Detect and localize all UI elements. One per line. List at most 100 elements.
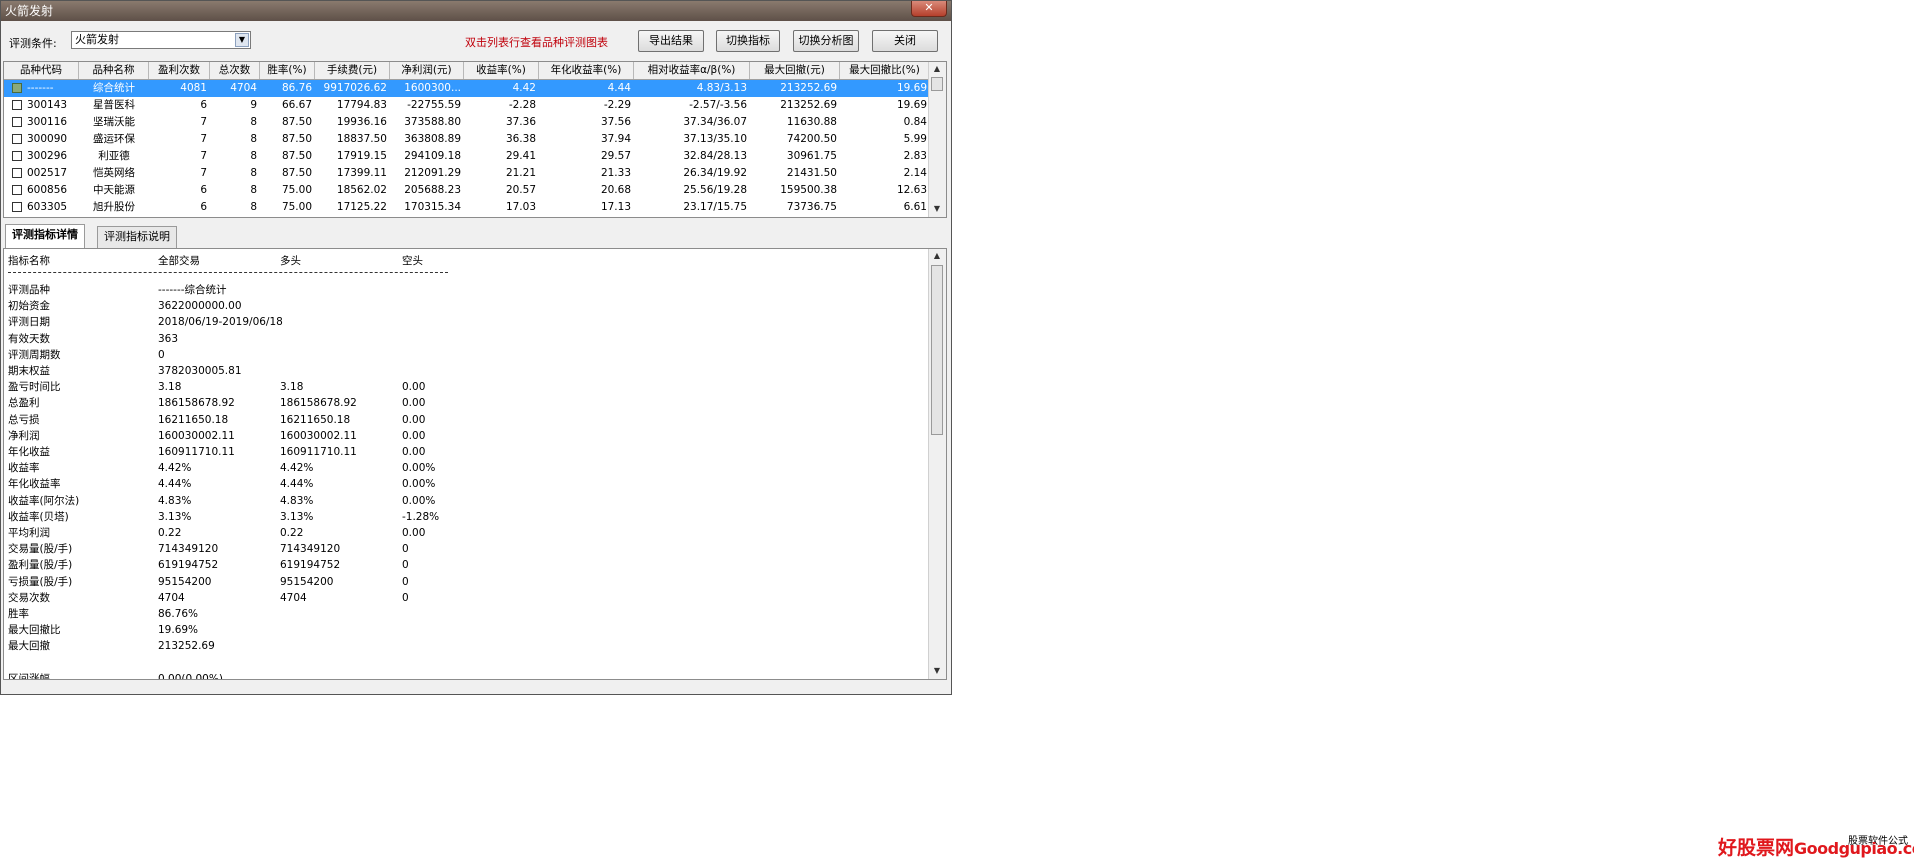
table-row[interactable]: 300090 盛运环保 7 8 87.50 18837.50 363808.89 36.38 3… (4, 131, 930, 148)
row-checkbox[interactable] (12, 185, 22, 195)
table-row[interactable]: 002517 恺英网络 7 8 87.50 17399.11 212091.29 21.21 2… (4, 165, 930, 182)
detail-metric-name: 年化收益 (8, 446, 50, 458)
cell-fee: 17399.11 (336, 167, 387, 179)
scroll-up-icon[interactable]: ▲ (929, 249, 945, 263)
column-header-relative-return[interactable]: 相对收益率α/β(%) (634, 62, 750, 79)
cell-relative-return: 32.84/28.13 (683, 150, 747, 162)
detail-metric-name: 评测品种 (8, 284, 50, 296)
detail-all-trades: 3622000000.00 (158, 300, 242, 313)
column-header-net-profit[interactable]: 净利润(元) (390, 62, 464, 79)
row-checkbox[interactable] (12, 83, 22, 93)
cell-total-count: 8 (250, 201, 257, 213)
detail-all-trades: 4.83% (158, 494, 192, 507)
detail-short: 0.00 (402, 446, 426, 458)
detail-long: 4.83% (280, 494, 314, 507)
cell-win-rate: 75.00 (281, 201, 312, 213)
cell-name: 旭升股份 (93, 201, 135, 213)
detail-all-trades: 213252.69 (158, 640, 215, 653)
detail-short: 0.00 (402, 397, 426, 410)
scroll-thumb[interactable] (931, 77, 943, 91)
cell-max-drawdown-ratio: 2.83 (903, 150, 927, 162)
table-row[interactable]: 600856 中天能源 6 8 75.00 18562.02 205688.23 20.57 2… (4, 182, 930, 199)
row-checkbox[interactable] (12, 151, 22, 161)
detail-all-trades: 0 (158, 348, 165, 361)
cell-relative-return: 26.34/19.92 (683, 167, 747, 179)
detail-long: 3.13% (280, 510, 314, 523)
column-header-annual-return[interactable]: 年化收益率(%) (539, 62, 634, 79)
cell-annual-return: 20.68 (600, 184, 631, 196)
cell-relative-return: 4.83/3.13 (696, 82, 747, 94)
cell-fee: 18562.02 (336, 184, 387, 196)
table-row[interactable]: 300296 利亚德 7 8 87.50 17919.15 294109.18 29.41 29… (4, 148, 930, 165)
detail-all-trades: 95154200 (158, 575, 212, 588)
detail-scrollbar[interactable]: ▲ ▼ (928, 249, 946, 679)
scroll-thumb[interactable] (931, 265, 943, 435)
cell-max-drawdown: 159500.38 (780, 184, 837, 196)
cell-code: 600856 (27, 184, 68, 196)
cell-max-drawdown-ratio: 19.69 (896, 82, 927, 94)
cell-fee: 18837.50 (336, 133, 387, 145)
close-button[interactable]: 关闭 (872, 30, 938, 52)
column-header-code[interactable]: 品种代码 (4, 62, 79, 79)
cell-win-rate: 87.50 (281, 133, 312, 145)
table-row[interactable]: 300143 星普医科 6 9 66.67 17794.83 -22755.59 -2.28 -… (4, 97, 930, 114)
cell-annual-return: 17.13 (600, 201, 631, 213)
detail-metric-name: 最大回撤 (8, 640, 50, 653)
watermark-cn: 好股票网 (1718, 837, 1795, 859)
table-row[interactable]: 603305 旭升股份 6 8 75.00 17125.22 170315.34 17.03 1… (4, 199, 930, 216)
condition-select[interactable]: 火箭发射 ▼ (71, 31, 251, 49)
export-button[interactable]: 导出结果 (638, 30, 704, 52)
row-checkbox[interactable] (12, 202, 22, 212)
table-row[interactable]: ------- 综合统计 4081 4704 86.76 9917026.62 160030… (4, 80, 930, 97)
cell-win-rate: 87.50 (281, 167, 312, 179)
detail-all-trades: 3.18 (158, 381, 182, 394)
row-checkbox[interactable] (12, 100, 22, 110)
scroll-down-icon[interactable]: ▼ (929, 664, 945, 678)
tab-indicator-details[interactable]: 评测指标详情 (5, 224, 85, 248)
cell-annual-return: 21.33 (600, 167, 631, 179)
column-header-win-count[interactable]: 盈利次数 (149, 62, 210, 79)
cell-net-profit: 294109.18 (404, 150, 461, 162)
row-checkbox[interactable] (12, 134, 22, 144)
toolbar: 评测条件: 火箭发射 ▼ 双击列表行查看品种评测图表 导出结果 切换指标 切换分… (1, 21, 951, 59)
scroll-down-icon[interactable]: ▼ (929, 202, 945, 216)
row-checkbox[interactable] (12, 168, 22, 178)
cell-win-count: 6 (200, 184, 207, 196)
close-icon[interactable]: ✕ (911, 1, 947, 17)
table-row[interactable]: 300116 坚瑞沃能 7 8 87.50 19936.16 373588.80 37.36 3… (4, 114, 930, 131)
cell-relative-return: -2.57/-3.56 (689, 99, 747, 111)
detail-all-trades: 4704 (158, 591, 185, 604)
cell-max-drawdown-ratio: 6.61 (903, 201, 927, 213)
row-checkbox[interactable] (12, 117, 22, 127)
table-scrollbar[interactable]: ▲ ▼ (928, 62, 946, 217)
detail-short: 0.00% (402, 494, 436, 507)
detail-metric-name: 总盈利 (8, 397, 40, 410)
detail-all-trades: 363 (158, 332, 179, 345)
column-header-fee[interactable]: 手续费(元) (315, 62, 390, 79)
app-window: 火箭发射 ✕ 评测条件: 火箭发射 ▼ 双击列表行查看品种评测图表 导出结果 切… (0, 0, 952, 695)
title-bar[interactable]: 火箭发射 ✕ (1, 1, 951, 21)
detail-long: 186158678.92 (280, 397, 357, 410)
cell-max-drawdown: 213252.69 (780, 82, 837, 94)
cell-total-count: 9 (250, 99, 257, 111)
cell-net-profit: 373588.80 (404, 116, 461, 128)
cell-win-count: 7 (200, 167, 207, 179)
column-header-name[interactable]: 品种名称 (79, 62, 149, 79)
column-header-total-count[interactable]: 总次数 (210, 62, 260, 79)
tab-indicator-description[interactable]: 评测指标说明 (97, 226, 177, 248)
cell-name: 恺英网络 (93, 167, 135, 179)
cell-net-profit: 205688.23 (404, 184, 461, 196)
switch-indicator-button[interactable]: 切换指标 (716, 30, 780, 52)
cell-fee: 19936.16 (336, 116, 387, 128)
chevron-down-icon[interactable]: ▼ (235, 33, 249, 47)
column-header-max-drawdown-ratio[interactable]: 最大回撤比(%) (840, 62, 930, 79)
scroll-up-icon[interactable]: ▲ (929, 62, 945, 76)
column-header-max-drawdown[interactable]: 最大回撤(元) (750, 62, 840, 79)
column-header-return[interactable]: 收益率(%) (464, 62, 539, 79)
cell-return: 36.38 (505, 133, 536, 145)
detail-metric-name: 总亏损 (8, 413, 40, 426)
column-header-win-rate[interactable]: 胜率(%) (260, 62, 315, 79)
results-table[interactable]: 品种代码 品种名称 盈利次数 总次数 胜率(%) 手续费(元) 净利润(元) 收益率(%) 年化… (3, 61, 947, 218)
cell-code: 300296 (27, 150, 68, 162)
switch-chart-button[interactable]: 切换分析图 (793, 30, 859, 52)
